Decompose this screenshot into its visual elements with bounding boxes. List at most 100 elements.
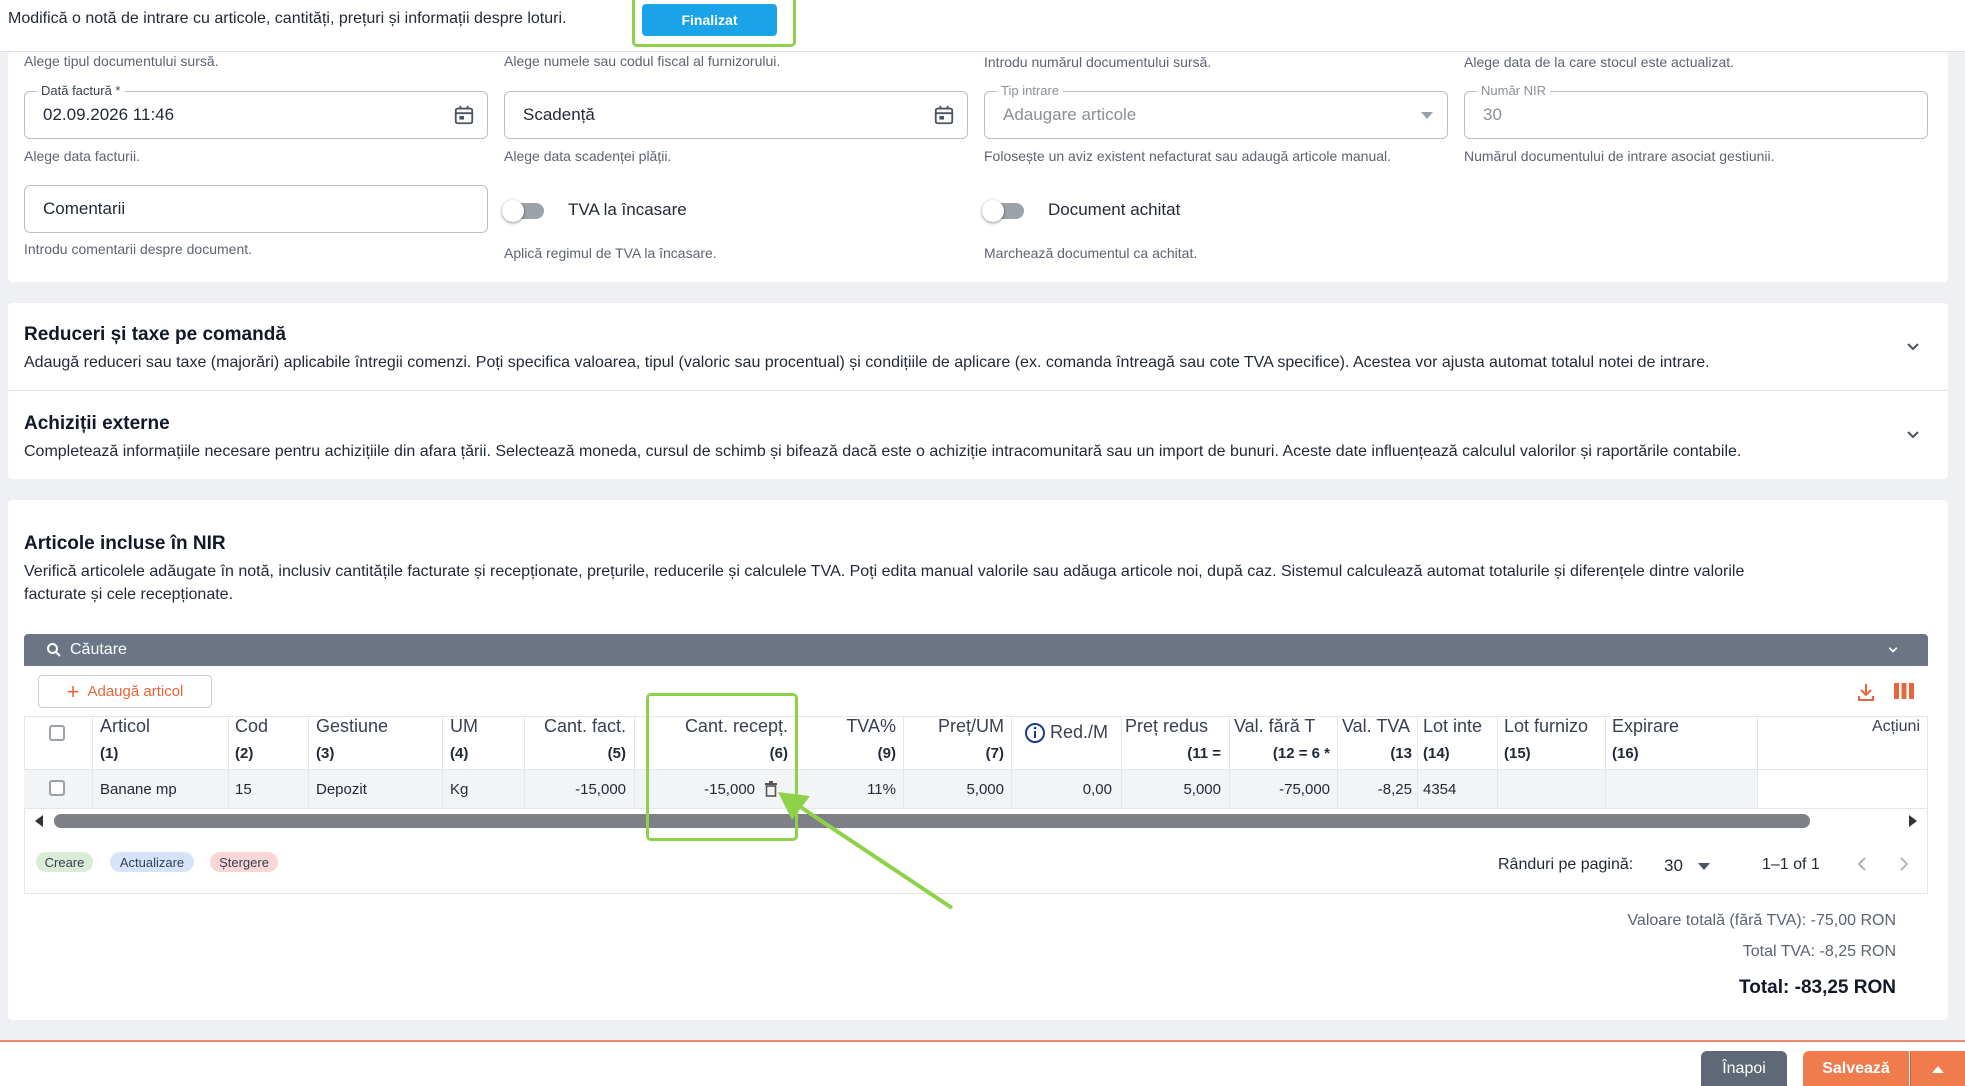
invoice-date-label: Dată factură *: [37, 83, 125, 98]
add-article-button[interactable]: + Adaugă articol: [38, 675, 212, 708]
chevron-down-icon[interactable]: [1905, 339, 1921, 355]
external-description: Completează informațiile necesare pentru…: [24, 443, 1742, 460]
cell-reduced-price[interactable]: 5,000: [1125, 781, 1221, 798]
discounts-title: Reduceri și taxe pe comandă: [24, 324, 286, 345]
hint-source-type: Alege tipul documentului sursă.: [24, 53, 219, 69]
column-header-discount[interactable]: Red./M: [1050, 722, 1118, 743]
external-title: Achiziții externe: [24, 413, 170, 434]
column-number: (3): [316, 745, 335, 762]
discounts-section-header[interactable]: [8, 303, 1948, 390]
next-page-icon[interactable]: [1898, 857, 1910, 871]
vat-on-collection-toggle[interactable]: [502, 200, 548, 222]
column-number: (5): [607, 745, 626, 762]
column-number: (2): [235, 745, 254, 762]
chevron-down-icon[interactable]: [1905, 427, 1921, 443]
hint-vat-on-collection: Aplică regimul de TVA la încasare.: [504, 245, 717, 261]
dropdown-arrow-icon[interactable]: [1421, 112, 1433, 120]
annotation-arrow: [778, 792, 954, 910]
column-divider: [228, 716, 229, 808]
legend-update-badge: Actualizare: [110, 852, 194, 872]
prev-page-icon[interactable]: [1856, 857, 1868, 871]
row-checkbox[interactable]: [49, 780, 65, 796]
column-header-article[interactable]: Articol: [100, 716, 225, 737]
column-header-price-um[interactable]: Preț/UM: [908, 716, 1004, 737]
column-divider: [442, 716, 443, 808]
cell-vat-value[interactable]: -8,25: [1342, 781, 1412, 798]
column-header-value-no-vat[interactable]: Val. fără T: [1234, 716, 1334, 737]
column-number: (9): [877, 745, 896, 762]
cell-warehouse[interactable]: Depozit: [316, 781, 367, 798]
search-bar[interactable]: Căutare: [24, 634, 1928, 666]
grid-row-bottom-line: [24, 808, 1928, 809]
due-date-field[interactable]: Scadență: [504, 91, 968, 139]
legend-create-badge: Creare: [36, 852, 93, 872]
hint-document-paid: Marchează documentul ca achitat.: [984, 245, 1198, 261]
highlight-finalize-box: [632, 0, 796, 47]
articles-description: Verifică articolele adăugate în notă, in…: [24, 560, 1924, 606]
select-all-checkbox[interactable]: [49, 725, 65, 741]
cell-qty-invoiced[interactable]: -15,000: [528, 781, 626, 798]
bottom-action-bar: [0, 1040, 1965, 1086]
page-description: Modifică o notă de intrare cu articole, …: [8, 10, 567, 27]
comments-field[interactable]: Comentarii: [24, 185, 488, 233]
cell-value-no-vat[interactable]: -75,000: [1234, 781, 1330, 798]
discounts-description: Adaugă reduceri sau taxe (majorări) apli…: [24, 354, 1710, 371]
column-number: (1): [100, 745, 119, 762]
column-header-code[interactable]: Cod: [235, 716, 305, 737]
column-header-expiry[interactable]: Expirare: [1612, 716, 1752, 737]
cell-um[interactable]: Kg: [450, 781, 468, 798]
grand-total: Total: -83,25 RON: [1739, 977, 1896, 998]
total-net-value: Valoare totală (fără TVA): -75,00 RON: [1627, 912, 1896, 929]
document-form-card: [8, 52, 1948, 282]
nir-number-field[interactable]: Număr NIR 30: [1464, 83, 1928, 139]
save-options-button[interactable]: [1910, 1051, 1965, 1086]
hint-entry-type: Folosește un aviz existent nefacturat sa…: [984, 148, 1392, 164]
vat-on-collection-label: TVA la încasare: [568, 200, 687, 219]
external-section-header[interactable]: [8, 391, 1948, 479]
column-header-um[interactable]: UM: [450, 716, 520, 737]
column-divider: [524, 716, 525, 808]
calendar-icon[interactable]: [453, 104, 475, 126]
columns-icon[interactable]: [1893, 682, 1915, 700]
document-paid-toggle[interactable]: [982, 200, 1028, 222]
column-number: (7): [985, 745, 1004, 762]
back-button[interactable]: Înapoi: [1701, 1051, 1787, 1086]
nir-number-value: 30: [1483, 105, 1502, 124]
column-number: (13: [1390, 745, 1412, 762]
calendar-icon[interactable]: [933, 104, 955, 126]
column-header-supplier-lot[interactable]: Lot furnizo: [1504, 716, 1602, 737]
column-divider: [1337, 716, 1338, 808]
chevron-down-icon[interactable]: [1886, 644, 1900, 656]
column-header-actions: Acțiuni: [1871, 718, 1920, 735]
column-header-vat-percent[interactable]: TVA%: [800, 716, 896, 737]
save-button[interactable]: Salvează: [1803, 1051, 1909, 1086]
scroll-left-icon[interactable]: [32, 814, 46, 828]
rows-per-page-select[interactable]: 30: [1662, 852, 1722, 878]
articles-title: Articole incluse în NIR: [24, 533, 226, 554]
hint-comments: Introdu comentarii despre document.: [24, 241, 253, 257]
document-paid-label: Document achitat: [1048, 200, 1181, 219]
entry-type-select[interactable]: Tip intrare Adaugare articole: [984, 83, 1448, 139]
total-vat-value: Total TVA: -8,25 RON: [1742, 943, 1896, 960]
download-icon[interactable]: [1856, 682, 1876, 702]
column-divider: [1757, 716, 1758, 808]
column-header-vat-value[interactable]: Val. TVA: [1342, 716, 1414, 737]
column-header-internal-lot[interactable]: Lot inte: [1423, 716, 1495, 737]
cell-internal-lot[interactable]: 4354: [1423, 781, 1456, 798]
plus-icon: +: [66, 678, 80, 704]
column-number: (15): [1504, 745, 1531, 762]
hint-stock-date: Alege data de la care stocul este actual…: [1464, 54, 1735, 70]
hint-source-number: Introdu numărul documentului sursă.: [984, 54, 1212, 70]
invoice-date-field[interactable]: Dată factură * 02.09.2026 11:46: [24, 83, 488, 139]
column-header-qty-invoiced[interactable]: Cant. fact.: [528, 716, 626, 737]
scroll-right-icon[interactable]: [1906, 814, 1920, 828]
cell-discount[interactable]: 0,00: [1016, 781, 1112, 798]
info-icon[interactable]: [1024, 722, 1046, 744]
cell-code[interactable]: 15: [235, 781, 252, 798]
hint-invoice-date: Alege data facturii.: [24, 148, 140, 164]
column-header-reduced-price[interactable]: Preț redus: [1125, 716, 1225, 737]
top-bar: Modifică o notă de intrare cu articole, …: [0, 0, 1965, 52]
column-divider: [1497, 716, 1498, 808]
column-header-warehouse[interactable]: Gestiune: [316, 716, 438, 737]
cell-article[interactable]: Banane mp: [100, 781, 177, 798]
